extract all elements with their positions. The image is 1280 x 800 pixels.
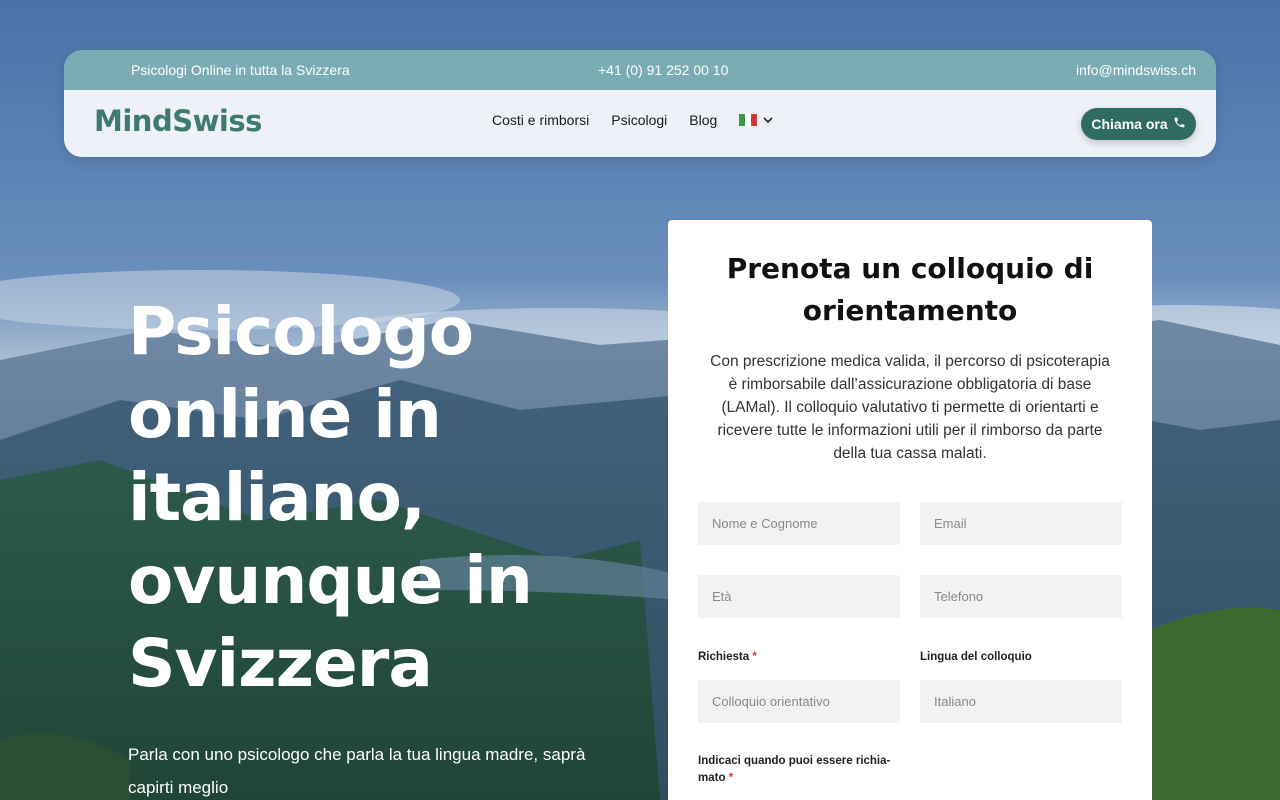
name-field[interactable]: Nome e Cognome (698, 502, 900, 545)
main-navbar: MindSwiss Costi e rimborsi Psicologi Blo… (64, 90, 1216, 157)
language-switcher[interactable] (739, 113, 773, 127)
nav-item-psicologi[interactable]: Psicologi (611, 112, 667, 128)
required-mark: * (728, 772, 734, 784)
language-select[interactable]: Italiano (920, 680, 1122, 723)
hero-title: Psicologo online in italiano, ovunque in… (128, 293, 533, 702)
topbar-phone-link[interactable]: +41 (0) 91 252 00 10 (598, 62, 728, 78)
tagline: Psicologi Online in tutta la Svizzera (131, 62, 350, 78)
request-select[interactable]: Colloquio orientativo (698, 680, 900, 723)
hero-subtitle: Parla con uno psicologo che parla la tua… (128, 745, 586, 797)
site-logo[interactable]: MindSwiss (94, 104, 262, 138)
age-field[interactable]: Età (698, 575, 900, 618)
email-field[interactable]: Email (920, 502, 1122, 545)
booking-form-card: Prenota un colloquio di orientamento Con… (668, 220, 1152, 800)
availability-label-line1: Indicaci quando puoi essere richia- (698, 755, 891, 767)
required-mark: * (752, 651, 757, 663)
form-title: Prenota un colloquio di orientamento (726, 252, 1094, 327)
nav-item-blog[interactable]: Blog (689, 112, 717, 128)
availability-label-line2: mato (698, 772, 726, 784)
main-nav: Costi e rimborsi Psicologi Blog (492, 112, 773, 128)
chevron-down-icon (763, 113, 773, 127)
phone-icon (1173, 116, 1186, 132)
language-label: Lingua del colloquio (920, 651, 1032, 663)
site-header: Psicologi Online in tutta la Svizzera +4… (64, 50, 1216, 157)
italy-flag-icon (739, 114, 758, 126)
phone-field[interactable]: Telefono (920, 575, 1122, 618)
top-info-bar: Psicologi Online in tutta la Svizzera +4… (64, 50, 1216, 90)
availability-label: Indicaci quando puoi essere richia- mato… (698, 753, 908, 787)
request-label-text: Richiesta (698, 651, 750, 663)
call-now-button[interactable]: Chiama ora (1081, 108, 1196, 140)
form-description: Con prescrizione medica valida, il perco… (710, 353, 1110, 462)
request-label: Richiesta * (698, 649, 757, 666)
nav-item-costi[interactable]: Costi e rimborsi (492, 112, 589, 128)
topbar-email-link[interactable]: info@mindswiss.ch (1076, 62, 1196, 78)
call-button-label: Chiama ora (1091, 116, 1168, 132)
